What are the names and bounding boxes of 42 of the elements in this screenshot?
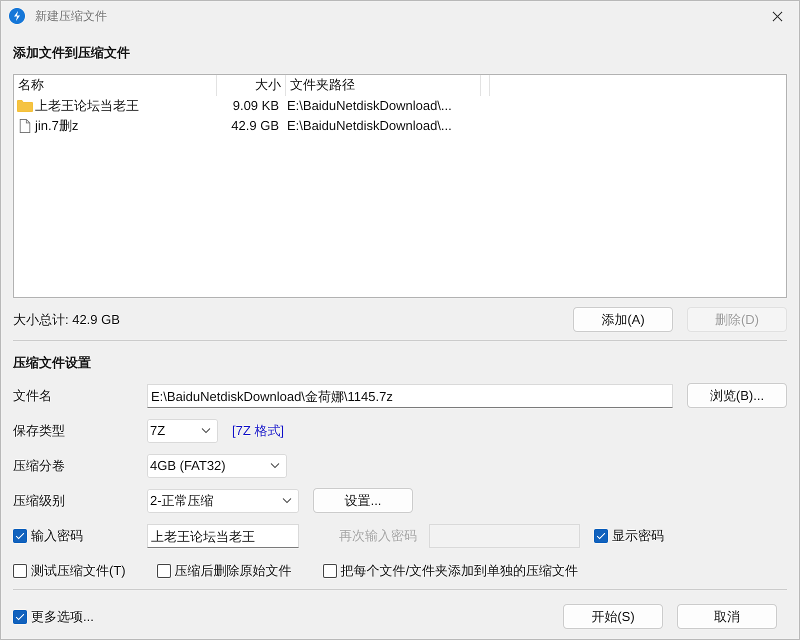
format-link[interactable]: [7Z 格式]: [232, 422, 284, 440]
window-title: 新建压缩文件: [35, 8, 108, 24]
table-cell-text: E:\BaiduNetdiskDownload\...: [286, 117, 453, 135]
filename-field[interactable]: E:\BaiduNetdiskDownload\金荷娜\1145.7z: [147, 384, 673, 408]
checkbox[interactable]: 显示密码: [594, 526, 664, 544]
file-name[interactable]: 上老王论坛当老王: [35, 96, 139, 116]
cancel-button[interactable]: 取消: [677, 604, 777, 629]
table-cell-text: 42.9 GB: [230, 117, 280, 135]
table-cell-text: 9.09 KB: [232, 97, 280, 115]
dropdown[interactable]: 7Z: [147, 418, 218, 442]
close-icon[interactable]: [772, 10, 783, 22]
total-size: 大小总计: 42.9 GB: [13, 310, 120, 328]
checkbox[interactable]: 输入密码: [13, 526, 147, 544]
section-heading: 压缩文件设置: [13, 354, 92, 372]
column-header[interactable]: 文件夹路径: [286, 75, 481, 96]
checkbox[interactable]: 测试压缩文件(T): [13, 562, 126, 580]
section-heading: 添加文件到压缩文件: [13, 44, 131, 62]
app-logo-icon: [9, 8, 25, 24]
start-button[interactable]: 开始(S): [563, 604, 663, 629]
folder-icon: [17, 99, 33, 113]
settings-button[interactable]: 设置...: [313, 488, 413, 513]
dropdown[interactable]: 2-正常压缩: [147, 488, 299, 512]
field-label: 文件名: [13, 386, 53, 404]
field-label: 保存类型: [13, 422, 66, 440]
file-name[interactable]: jin.7删z: [35, 116, 78, 136]
field-label: 压缩分卷: [13, 456, 66, 474]
dropdown[interactable]: 4GB (FAT32): [147, 454, 287, 478]
checkbox[interactable]: 压缩后删除原始文件: [156, 562, 292, 580]
field-label: 压缩级别: [13, 492, 66, 510]
chevron-icon: [270, 462, 280, 469]
table-cell-text: E:\BaiduNetdiskDownload\...: [286, 97, 453, 115]
password-field[interactable]: 上老王论坛当老王: [147, 524, 299, 548]
checkbox[interactable]: 把每个文件/文件夹添加到单独的压缩文件: [322, 562, 578, 580]
file-icon: [17, 119, 33, 133]
chevron-icon: [201, 427, 211, 434]
column-header[interactable]: 大小: [217, 75, 286, 96]
browse-button[interactable]: 浏览(B)...: [687, 383, 787, 408]
field-label: 再次输入密码: [339, 526, 417, 544]
add-button[interactable]: 添加(A): [573, 307, 673, 332]
chevron-icon: [282, 497, 292, 504]
checkbox[interactable]: 更多选项...: [13, 608, 94, 626]
column-header[interactable]: 名称: [14, 75, 217, 96]
